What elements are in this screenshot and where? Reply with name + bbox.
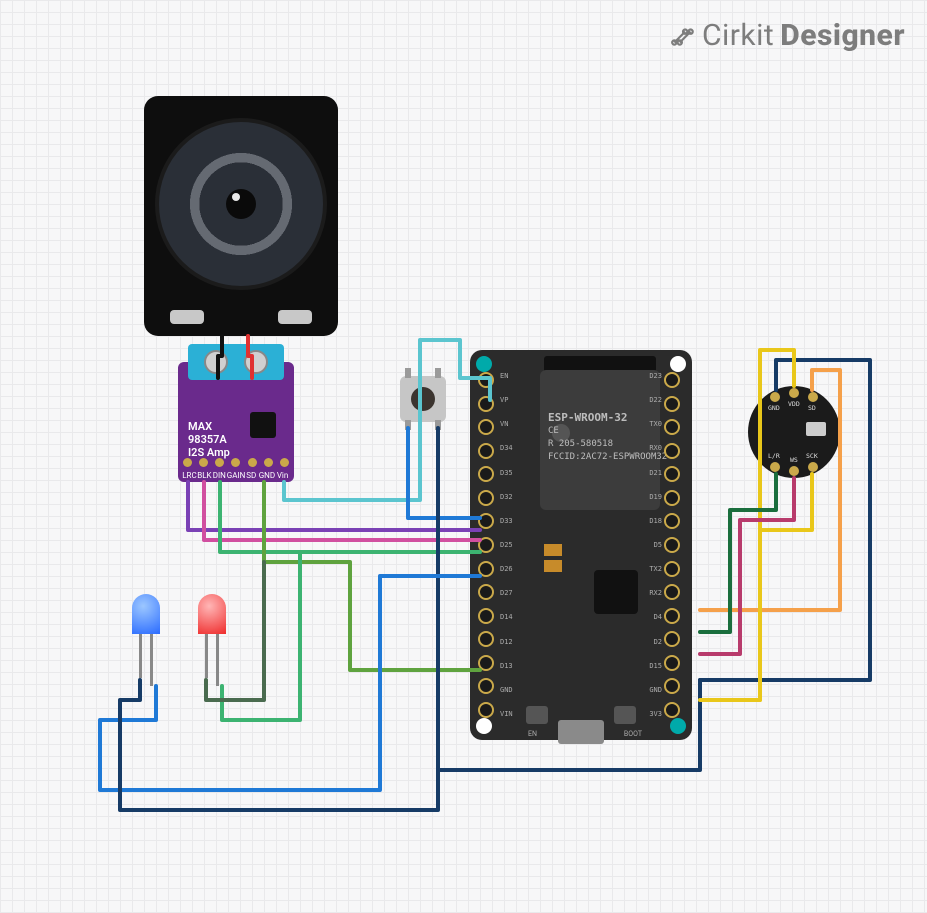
amp-pin-gnd: GND — [259, 471, 275, 480]
wire-mic-sck — [760, 474, 812, 700]
mic-pin-vdd: VDD — [788, 400, 800, 408]
push-button-leg — [435, 420, 441, 430]
brand-thin: Cirkit — [702, 18, 774, 53]
wire-amp-vin — [284, 340, 490, 500]
pin-label: D2 — [632, 638, 662, 646]
wire-ledr-a — [222, 552, 300, 720]
pin-label: 3V3 — [632, 710, 662, 718]
mic-pin-sd: SD — [808, 404, 816, 412]
pin-label: D35 — [500, 469, 530, 477]
amp-label-l2: 98357A — [188, 433, 227, 446]
esp32-smd-area — [538, 540, 638, 650]
pin-label: D34 — [500, 444, 530, 452]
max98357a-amp[interactable]: MAX 98357A I2S Amp LRC BLK DIN GAIN SD G… — [178, 362, 294, 482]
brand-bold: Designer — [780, 18, 905, 53]
speaker-dustcap — [226, 189, 256, 219]
pin-label: D21 — [632, 469, 662, 477]
esp32-pins-right — [664, 372, 684, 718]
push-button-leg — [405, 368, 411, 378]
pin-label: D14 — [500, 613, 530, 621]
esp32-pins-left — [478, 372, 498, 718]
mic-pin-gnd: GND — [768, 404, 780, 412]
pin-label: D33 — [500, 517, 530, 525]
wire-amp-blk — [204, 482, 480, 540]
mems-chip-icon — [806, 422, 826, 436]
led-leg — [216, 634, 219, 686]
amp-pin-lrc: LRC — [182, 471, 197, 480]
micro-usb-icon — [558, 720, 604, 744]
pin-label: D12 — [500, 638, 530, 646]
amp-pin-din: DIN — [212, 471, 227, 480]
amp-label-l1: MAX — [188, 420, 212, 433]
esp32-boot-label: BOOT — [624, 730, 642, 738]
wire-amp-lrc — [188, 482, 480, 530]
mic-pin-ws: WS — [790, 456, 798, 464]
push-button-leg — [405, 420, 411, 430]
pin-label: D25 — [500, 541, 530, 549]
esp32-en-label: EN — [528, 730, 537, 738]
pin-label: TX0 — [632, 420, 662, 428]
pin-label: D5 — [632, 541, 662, 549]
pin-label: D19 — [632, 493, 662, 501]
amp-pin-sd: SD — [244, 471, 259, 480]
pin-label: D23 — [632, 372, 662, 380]
led-leg — [150, 634, 153, 686]
push-button-leg — [435, 368, 441, 378]
wire-mic-lr — [700, 474, 776, 632]
pin-label: D15 — [632, 662, 662, 670]
led-leg — [205, 634, 208, 678]
pin-label: RX2 — [632, 589, 662, 597]
amp-pin-holes — [183, 458, 289, 468]
pin-label: D27 — [500, 589, 530, 597]
pin-label: D32 — [500, 493, 530, 501]
mic-pin-sck: SCK — [806, 452, 818, 460]
pin-label: EN — [500, 372, 530, 380]
pin-label: TX2 — [632, 565, 662, 573]
push-button-cap — [411, 387, 435, 411]
amp-pin-gain: GAIN — [227, 471, 244, 480]
pin-label: VP — [500, 396, 530, 404]
speaker-component[interactable] — [144, 96, 338, 336]
esp32-pinlabels-right: D23 D22 TX0 RX0 D21 D19 D18 D5 TX2 RX2 D… — [632, 372, 662, 718]
amp-label: MAX 98357A I2S Amp — [188, 420, 230, 460]
cirkit-watermark: Cirkit Designer — [670, 18, 905, 53]
pin-label: VN — [500, 420, 530, 428]
esp32-pinlabels-left: EN VP VN D34 D35 D32 D33 D25 D26 D27 D14… — [500, 372, 530, 718]
pin-label: D26 — [500, 565, 530, 573]
amp-screw-terminal — [188, 344, 284, 380]
pin-label: GND — [500, 686, 530, 694]
led-red[interactable] — [198, 594, 226, 634]
amp-pin-labels: LRC BLK DIN GAIN SD GND Vin — [182, 471, 290, 480]
amp-pin-blk: BLK — [197, 471, 212, 480]
pin-label: D22 — [632, 396, 662, 404]
push-button[interactable] — [400, 376, 446, 422]
circuit-canvas[interactable]: Cirkit Designer MAX 98357A I2S Amp LRC B… — [0, 0, 927, 913]
speaker-foot-right — [278, 310, 312, 324]
led-blue[interactable] — [132, 594, 160, 634]
wire-ledb-k — [120, 680, 438, 810]
pin-label: D13 — [500, 662, 530, 670]
mounting-hole-icon — [476, 356, 492, 372]
mounting-hole-icon — [476, 718, 492, 734]
speaker-foot-left — [170, 310, 204, 324]
pin-label: RX0 — [632, 444, 662, 452]
amp-pin-vin: Vin — [275, 471, 290, 480]
wire-amp-din — [220, 482, 480, 552]
mounting-hole-icon — [670, 718, 686, 734]
esp32-boot-button[interactable] — [614, 706, 636, 724]
led-leg — [139, 634, 142, 678]
esp32-devkit[interactable]: ESP-WROOM-32 CE R 205-580518 FCCID:2AC72… — [470, 350, 692, 740]
wire-amp-gnd — [264, 482, 480, 670]
mounting-hole-icon — [670, 356, 686, 372]
amp-chip-icon — [250, 412, 276, 438]
mic-pin-lr: L/R — [768, 452, 780, 460]
pin-label: D4 — [632, 613, 662, 621]
inmp441-mic[interactable]: GND VDD SD L/R WS SCK — [748, 386, 840, 478]
pin-label: GND — [632, 686, 662, 694]
pin-label: D18 — [632, 517, 662, 525]
wire-mic-ws — [700, 478, 794, 654]
esp32-en-button[interactable] — [526, 706, 548, 724]
cirkit-logo-icon — [670, 23, 696, 49]
